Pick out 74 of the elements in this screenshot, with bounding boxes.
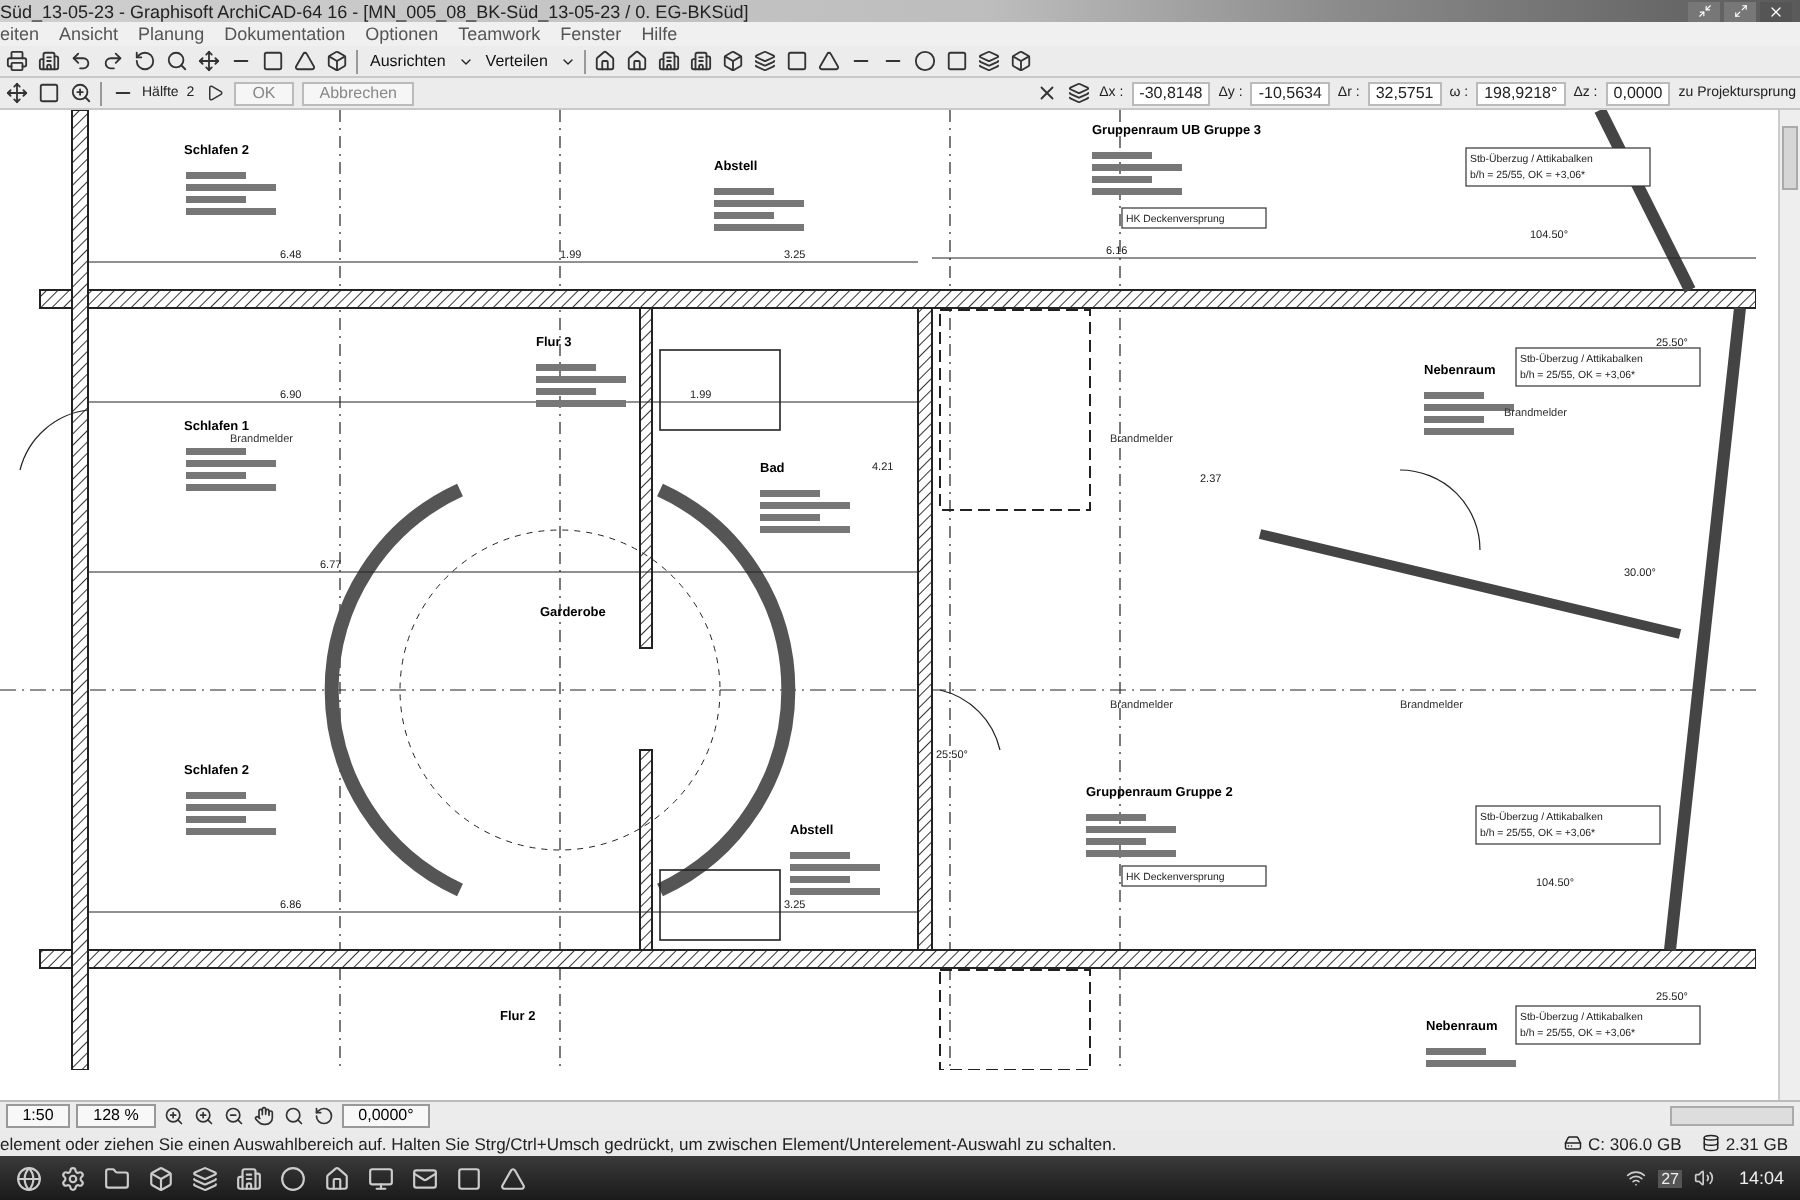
horizontal-scrollbar[interactable] xyxy=(1670,1106,1794,1126)
clock: 14:04 xyxy=(1738,1168,1784,1188)
memory-status: 2.31 GB xyxy=(1725,1133,1788,1153)
maximize-icon xyxy=(1733,4,1747,18)
menu-item[interactable]: Planung xyxy=(138,24,205,44)
zoom-in-icon[interactable] xyxy=(162,1104,186,1128)
calendar-badge: 27 xyxy=(1657,1169,1683,1187)
building-icon[interactable] xyxy=(236,1165,262,1191)
building-icon[interactable] xyxy=(36,49,60,73)
zoom-field[interactable]: 128 % xyxy=(76,1104,156,1128)
hand-icon[interactable] xyxy=(252,1104,276,1128)
building-icon[interactable] xyxy=(657,49,682,73)
triangle-icon[interactable] xyxy=(292,49,316,73)
square-icon[interactable] xyxy=(785,49,810,73)
distribute-dropdown[interactable]: Verteilen xyxy=(481,52,552,70)
memory-icon xyxy=(1701,1134,1720,1152)
building-icon[interactable] xyxy=(689,49,714,73)
status-message: element oder ziehen Sie einen Auswahlbereich auf. Halten Sie Strg/Ctrl+Umsch gedrückt, um zwischen Element/Unterelement-Auswahl zu schalten. xyxy=(0,1133,1119,1153)
print-icon[interactable] xyxy=(4,49,28,73)
maximize-button[interactable] xyxy=(1724,1,1756,21)
gear-icon[interactable] xyxy=(60,1165,86,1191)
layers-icon[interactable] xyxy=(1067,81,1092,105)
menu-item[interactable]: Optionen xyxy=(365,24,439,44)
coordinate-field[interactable]: -30,8148 xyxy=(1131,81,1211,105)
square-icon[interactable] xyxy=(260,49,284,73)
triangle-icon[interactable] xyxy=(817,49,842,73)
minimize-icon xyxy=(1697,4,1711,18)
menu-item[interactable]: Teamwork xyxy=(458,24,541,44)
drive-icon xyxy=(1564,1134,1583,1152)
undo-icon[interactable] xyxy=(68,49,92,73)
house-icon[interactable] xyxy=(593,49,618,73)
monitor-icon[interactable] xyxy=(368,1165,394,1191)
search-icon[interactable] xyxy=(164,49,188,73)
window-title: Süd_13-05-23 - Graphisoft ArchiCAD-64 16 - [MN_005_08_BK-Süd_13-05-23 / 0. EG-BKSüd] xyxy=(0,1,749,21)
menu-item[interactable]: Dokumentation xyxy=(224,24,346,44)
redo-icon[interactable] xyxy=(100,49,124,73)
angle-field[interactable]: 0,0000° xyxy=(342,1104,430,1128)
move-icon[interactable] xyxy=(196,49,220,73)
zoom-icon[interactable] xyxy=(68,81,92,105)
folder-icon[interactable] xyxy=(104,1165,130,1191)
scale-field[interactable]: 1:50 xyxy=(6,1104,70,1128)
circle-icon[interactable] xyxy=(913,49,938,73)
zoom-out-icon[interactable] xyxy=(222,1104,246,1128)
align-dropdown[interactable]: Ausrichten xyxy=(366,52,450,70)
vertical-scrollbar[interactable] xyxy=(1778,110,1800,1100)
network-icon[interactable] xyxy=(1625,1168,1646,1188)
menu-item[interactable]: eiten xyxy=(0,24,40,44)
square-icon[interactable] xyxy=(36,81,60,105)
cube-icon[interactable] xyxy=(324,49,348,73)
coordinate-field[interactable]: 0,0000 xyxy=(1605,81,1671,105)
rotate-icon[interactable] xyxy=(132,49,156,73)
cube-icon[interactable] xyxy=(721,49,746,73)
menu-item[interactable]: Ansicht xyxy=(59,24,119,44)
mail-icon[interactable] xyxy=(412,1165,438,1191)
close-button[interactable] xyxy=(1760,1,1792,21)
rotate-icon[interactable] xyxy=(312,1104,336,1128)
minimize-button[interactable] xyxy=(1688,1,1720,21)
layers-icon[interactable] xyxy=(753,49,778,73)
square-icon[interactable] xyxy=(945,49,970,73)
coordinate-field[interactable]: 32,5751 xyxy=(1367,81,1442,105)
search-icon[interactable] xyxy=(282,1104,306,1128)
coordinate-field[interactable]: -10,5634 xyxy=(1250,81,1330,105)
disk-status: C: 306.0 GB xyxy=(1588,1133,1682,1153)
coordinate-field[interactable]: 198,9218° xyxy=(1476,81,1566,105)
menu-item[interactable]: Hilfe xyxy=(641,24,678,44)
house-icon[interactable] xyxy=(625,49,650,73)
layers-icon[interactable] xyxy=(192,1165,218,1191)
menu-item[interactable]: Fenster xyxy=(560,24,622,44)
cube-icon[interactable] xyxy=(1009,49,1034,73)
globe-icon[interactable] xyxy=(16,1165,42,1191)
close-icon xyxy=(1768,3,1784,19)
layers-icon[interactable] xyxy=(977,49,1002,73)
zoom-in-icon[interactable] xyxy=(192,1104,216,1128)
volume-icon[interactable] xyxy=(1694,1168,1715,1188)
